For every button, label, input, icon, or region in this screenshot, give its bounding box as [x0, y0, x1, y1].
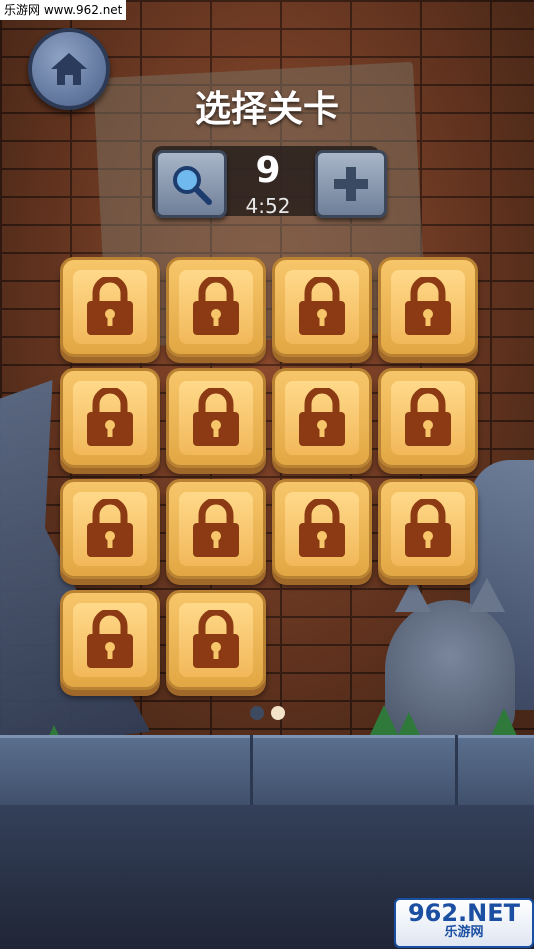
level-tile-face [179, 603, 253, 677]
game-background [0, 0, 534, 949]
level-tile-face [73, 270, 147, 344]
level-tile-12[interactable] [378, 479, 478, 579]
lock-icon [405, 388, 451, 446]
level-tile-face [73, 381, 147, 455]
page-dot-2[interactable] [271, 706, 285, 720]
lock-icon [193, 388, 239, 446]
level-tile-11[interactable] [272, 479, 372, 579]
level-tile-8[interactable] [378, 368, 478, 468]
watermark-site: 乐游网 www.962.net [0, 0, 127, 20]
level-tile-3[interactable] [272, 257, 372, 357]
level-tile-4[interactable] [378, 257, 478, 357]
lock-icon [87, 388, 133, 446]
add-hint-button[interactable] [315, 150, 387, 218]
lock-icon [87, 499, 133, 557]
level-tile-face [73, 603, 147, 677]
level-tile-10[interactable] [166, 479, 266, 579]
floor-seam [250, 735, 253, 805]
level-tile-face [179, 492, 253, 566]
level-tile-face [285, 492, 359, 566]
level-tile-6[interactable] [166, 368, 266, 468]
watermark-logo-sub: 乐游网 [444, 925, 484, 940]
level-tile-5[interactable] [60, 368, 160, 468]
hint-search-button[interactable] [155, 150, 227, 218]
grass-decoration [490, 708, 518, 738]
grass-decoration [370, 705, 398, 735]
lock-icon [299, 388, 345, 446]
level-tile-face [179, 270, 253, 344]
lock-icon [299, 277, 345, 335]
cat-ear-left [395, 578, 431, 612]
level-tile-1[interactable] [60, 257, 160, 357]
lock-icon [87, 610, 133, 668]
page-dot-1[interactable] [250, 706, 264, 720]
level-tile-9[interactable] [60, 479, 160, 579]
magnifier-icon [173, 166, 212, 205]
lock-icon [193, 499, 239, 557]
level-tile-face [285, 381, 359, 455]
watermark-logo-text: 962.NET [407, 899, 521, 927]
lock-icon [405, 499, 451, 557]
lock-icon [87, 277, 133, 335]
plus-icon [334, 167, 368, 201]
floor-seam [455, 735, 458, 805]
level-tile-face [391, 270, 465, 344]
level-tile-face [179, 381, 253, 455]
lock-icon [193, 610, 239, 668]
level-tile-face [73, 492, 147, 566]
level-tile-face [391, 381, 465, 455]
level-tile-face [285, 270, 359, 344]
lock-icon [299, 499, 345, 557]
lock-icon [405, 277, 451, 335]
hint-count: 9 [255, 150, 281, 191]
stone-floor [0, 735, 534, 808]
lock-icon [193, 277, 239, 335]
level-tile-2[interactable] [166, 257, 266, 357]
cat-ear-right [469, 578, 505, 612]
watermark-logo: 962.NET 乐游网 [394, 898, 534, 948]
hint-timer: 4:52 [245, 194, 291, 218]
level-tile-7[interactable] [272, 368, 372, 468]
level-tile-face [391, 492, 465, 566]
page-title: 选择关卡 [194, 89, 339, 130]
level-tile-14[interactable] [166, 590, 266, 690]
level-tile-13[interactable] [60, 590, 160, 690]
